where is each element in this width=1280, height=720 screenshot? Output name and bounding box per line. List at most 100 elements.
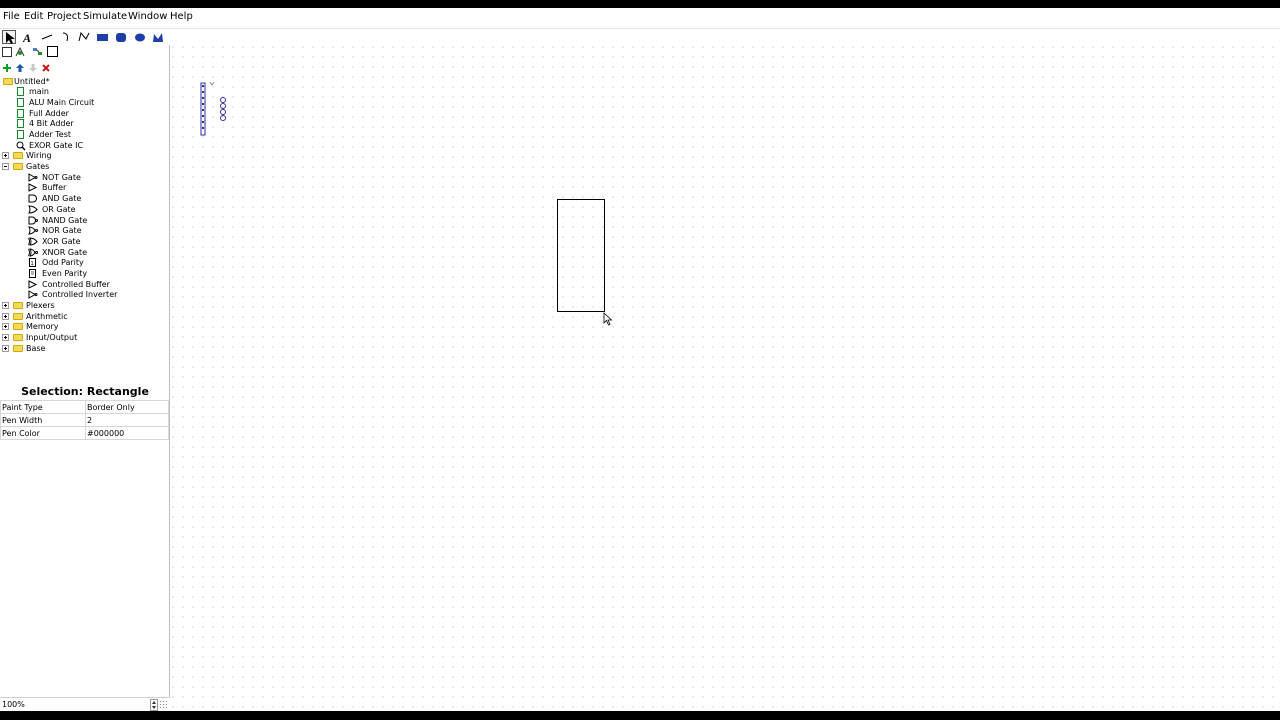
circuit-label: ALU Main Circuit <box>29 98 95 107</box>
mouse-cursor-icon <box>603 312 613 327</box>
library-memory[interactable]: Memory <box>0 321 170 332</box>
appearance-canvas[interactable] <box>171 45 1280 711</box>
gate-label: Controlled Inverter <box>42 290 118 299</box>
expand-toggle-icon[interactable] <box>2 302 9 309</box>
attribute-row[interactable]: Paint Type Border Only <box>0 400 169 414</box>
folder-icon <box>13 163 23 170</box>
gate-controlled-inverter[interactable]: Controlled Inverter <box>0 289 170 300</box>
selection-title: Selection: Rectangle <box>21 385 149 398</box>
expand-toggle-icon[interactable] <box>2 334 9 341</box>
collapse-toggle-icon[interactable] <box>2 163 9 170</box>
library-plexers[interactable]: Plexers <box>0 300 170 311</box>
circuit-icon <box>17 98 24 107</box>
library-input-output[interactable]: Input/Output <box>0 332 170 343</box>
nor-gate-icon <box>28 226 38 235</box>
menu-help[interactable]: Help <box>170 11 193 23</box>
delete-circuit-icon[interactable] <box>41 63 51 73</box>
circuit-icon <box>17 87 24 96</box>
oval-tool-icon[interactable] <box>133 30 147 44</box>
polyline-tool-icon[interactable] <box>77 30 91 44</box>
xnor-gate-icon <box>28 248 38 257</box>
move-up-icon[interactable] <box>15 63 25 73</box>
zoom-control: 100% <box>0 697 170 711</box>
move-down-icon[interactable] <box>28 63 38 73</box>
add-circuit-icon[interactable] <box>2 63 12 73</box>
circuit-label: main <box>29 87 49 96</box>
screen-letterbox-bottom <box>0 711 1280 720</box>
library-label: Base <box>26 344 46 353</box>
expand-toggle-icon[interactable] <box>2 345 9 352</box>
gate-or[interactable]: OR Gate <box>0 204 170 215</box>
gate-nor[interactable]: NOR Gate <box>0 225 170 236</box>
folder-icon <box>13 313 23 320</box>
polygon-tool-icon[interactable] <box>151 30 165 44</box>
library-gates[interactable]: Gates <box>0 161 170 172</box>
circuit-icon <box>17 130 24 139</box>
gate-label: AND Gate <box>42 194 82 203</box>
curve-tool-icon[interactable] <box>59 30 73 44</box>
odd-parity-icon: 1 <box>28 258 38 267</box>
text-tool-icon[interactable]: A <box>21 30 35 45</box>
gate-odd-parity[interactable]: 1 Odd Parity <box>0 257 170 268</box>
magnifier-icon <box>16 141 26 151</box>
gate-label: Even Parity <box>42 269 88 278</box>
expand-toggle-icon[interactable] <box>2 313 9 320</box>
appearance-edit-icon[interactable] <box>47 46 58 57</box>
gate-xor[interactable]: XOR Gate <box>0 236 170 247</box>
pen-color-value[interactable]: #000000 <box>85 426 169 440</box>
logisim-window: File Edit Project Simulate Window Help A <box>0 8 1280 711</box>
circuit-4-bit-adder[interactable]: 4 Bit Adder <box>0 118 170 129</box>
folder-icon <box>13 302 23 309</box>
rectangle-tool-icon[interactable] <box>96 30 110 44</box>
select-tool-icon[interactable] <box>2 30 16 44</box>
menu-file[interactable]: File <box>3 11 20 23</box>
pen-width-value[interactable]: 2 <box>85 413 169 427</box>
library-wiring[interactable]: Wiring <box>0 150 170 161</box>
gate-label: OR Gate <box>42 205 76 214</box>
circuit-main[interactable]: main <box>0 86 170 97</box>
menu-project[interactable]: Project <box>47 11 81 23</box>
controlled-inverter-icon <box>28 290 38 299</box>
circuit-icon <box>17 119 24 128</box>
circuit-alu-main[interactable]: ALU Main Circuit <box>0 97 170 108</box>
menu-edit[interactable]: Edit <box>24 11 43 23</box>
expand-toggle-icon[interactable] <box>2 323 9 330</box>
gate-and[interactable]: AND Gate <box>0 193 170 204</box>
circuit-icon <box>17 109 24 118</box>
svg-text:1: 1 <box>31 261 34 267</box>
paint-type-value[interactable]: Border Only <box>85 400 169 414</box>
drawing-toolbar: A <box>0 28 1280 45</box>
library-base[interactable]: Base <box>0 343 170 354</box>
not-gate-icon <box>28 173 38 182</box>
simulation-view-icon[interactable] <box>15 46 25 57</box>
menu-simulate[interactable]: Simulate <box>83 11 127 23</box>
line-tool-icon[interactable] <box>40 30 54 44</box>
toolbox-view-icon[interactable] <box>2 47 12 57</box>
rounded-rectangle-tool-icon[interactable] <box>114 30 128 44</box>
circuit-adder-test[interactable]: Adder Test <box>0 129 170 140</box>
attribute-table: Paint Type Border Only Pen Width 2 Pen C… <box>0 400 169 440</box>
gate-buffer[interactable]: Buffer <box>0 182 170 193</box>
attribute-row[interactable]: Pen Color #000000 <box>0 426 169 440</box>
explorer-panel: Untitled* main ALU Main Circuit Full Add… <box>0 45 170 711</box>
selected-rectangle-shape[interactable] <box>557 199 605 312</box>
library-label: Plexers <box>26 301 55 310</box>
attribute-row[interactable]: Pen Width 2 <box>0 413 169 427</box>
gate-label: NOR Gate <box>42 226 82 235</box>
zoom-spinner[interactable] <box>150 699 158 711</box>
gate-even-parity[interactable]: Even Parity <box>0 268 170 279</box>
svg-text:A: A <box>22 31 31 44</box>
circuit-label: 4 Bit Adder <box>29 119 74 128</box>
layout-edit-icon[interactable] <box>33 47 43 57</box>
circuit-label: Adder Test <box>29 130 71 139</box>
default-subcircuit-appearance[interactable] <box>200 81 233 146</box>
project-tools <box>0 61 170 75</box>
zoom-level[interactable]: 100% <box>2 700 25 709</box>
gate-label: XOR Gate <box>42 237 81 246</box>
menu-window[interactable]: Window <box>128 11 167 23</box>
folder-icon <box>3 78 13 85</box>
grid-toggle-icon[interactable] <box>160 701 168 709</box>
explorer-view-tools <box>0 45 170 60</box>
expand-toggle-icon[interactable] <box>2 152 9 159</box>
xor-gate-icon <box>28 237 38 246</box>
